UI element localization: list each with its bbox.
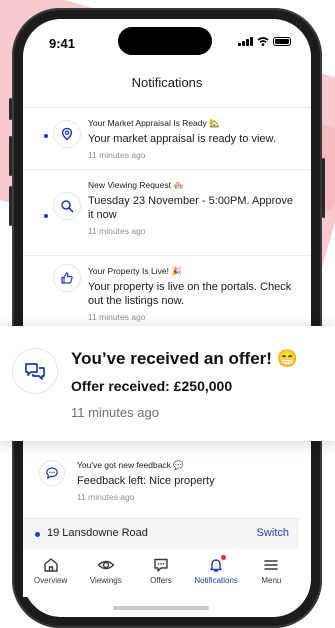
home-icon bbox=[43, 558, 58, 572]
notification-time: 11 minutes ago bbox=[88, 226, 146, 236]
dynamic-island bbox=[118, 27, 212, 55]
location-pin-icon bbox=[53, 120, 81, 148]
notification-item[interactable]: Your Market Appraisal Is Ready 🏡 Your ma… bbox=[23, 108, 311, 170]
notification-item[interactable]: Your Property Is Live! 🎉 Your property i… bbox=[23, 256, 311, 336]
tab-menu[interactable]: Menu bbox=[244, 549, 299, 597]
phone-volume-down-button bbox=[9, 186, 12, 226]
notification-body: Feedback left: Nice property bbox=[77, 475, 215, 487]
home-indicator bbox=[113, 606, 209, 610]
status-icons bbox=[238, 37, 291, 46]
notification-body: Tuesday 23 November - 5:00PM. Approve it… bbox=[88, 195, 294, 221]
eye-icon bbox=[97, 560, 115, 570]
status-time: 9:41 bbox=[49, 36, 76, 51]
phone-volume-up-button bbox=[9, 136, 12, 176]
offer-title: You’ve received an offer! 😁 bbox=[71, 349, 298, 368]
tab-viewings[interactable]: Viewings bbox=[78, 549, 133, 597]
tab-label: Viewings bbox=[89, 576, 122, 585]
feedback-text: You've got new feedback 💬 Feedback left:… bbox=[77, 460, 215, 502]
property-dot bbox=[35, 532, 40, 537]
phone-mute-button bbox=[9, 98, 12, 120]
menu-icon bbox=[264, 560, 279, 570]
notification-item[interactable]: New Viewing Request 🏘️ Tuesday 23 Novemb… bbox=[23, 170, 311, 256]
chat-bubbles-icon bbox=[12, 348, 58, 394]
tab-label: Notifications bbox=[194, 576, 238, 585]
notification-title: You've got new feedback 💬 bbox=[77, 460, 184, 470]
chat-bubble-icon bbox=[39, 460, 65, 486]
unread-dot bbox=[44, 134, 48, 138]
switch-property-button[interactable]: Switch bbox=[257, 527, 289, 539]
page-title: Notifications bbox=[131, 75, 203, 90]
notification-title: New Viewing Request 🏘️ bbox=[88, 180, 184, 190]
tab-label: Overview bbox=[33, 576, 68, 585]
tab-label: Offers bbox=[150, 576, 172, 585]
thumbs-up-icon bbox=[53, 264, 81, 292]
tab-overview[interactable]: Overview bbox=[23, 549, 78, 597]
offer-time: 11 minutes ago bbox=[71, 405, 159, 420]
battery-icon bbox=[273, 37, 291, 46]
notification-item-feedback[interactable]: You've got new feedback 💬 Feedback left:… bbox=[23, 452, 311, 514]
unread-dot bbox=[44, 214, 48, 218]
notification-list: Your Market Appraisal Is Ready 🏡 Your ma… bbox=[23, 108, 311, 336]
notification-body: Your market appraisal is ready to view. bbox=[88, 133, 276, 145]
property-switcher-bar: 19 Lansdowne Road Switch bbox=[23, 518, 299, 549]
property-address: 19 Lansdowne Road bbox=[47, 527, 148, 539]
notification-time: 11 minutes ago bbox=[88, 312, 146, 322]
offer-body: Offer received: £250,000 bbox=[71, 378, 233, 394]
notification-time: 11 minutes ago bbox=[88, 150, 146, 160]
status-bar: 9:41 bbox=[23, 19, 311, 61]
notification-body: Your property is live on the portals. Ch… bbox=[88, 281, 292, 307]
phone-power-button bbox=[322, 158, 325, 218]
wifi-icon bbox=[257, 37, 269, 46]
tab-notifications[interactable]: Notifications bbox=[189, 549, 244, 597]
notification-title: Your Property Is Live! 🎉 bbox=[88, 266, 182, 276]
tab-label: Menu bbox=[261, 576, 282, 585]
signal-icon bbox=[238, 37, 253, 46]
search-icon bbox=[53, 192, 81, 220]
offers-icon bbox=[154, 558, 168, 572]
bottom-tab-bar: Overview Viewings Offers Notifications M… bbox=[23, 549, 299, 597]
notification-title: Your Market Appraisal Is Ready 🏡 bbox=[88, 118, 220, 128]
tab-offers[interactable]: Offers bbox=[133, 549, 188, 597]
notification-time: 11 minutes ago bbox=[77, 492, 135, 502]
notification-badge bbox=[220, 555, 226, 560]
